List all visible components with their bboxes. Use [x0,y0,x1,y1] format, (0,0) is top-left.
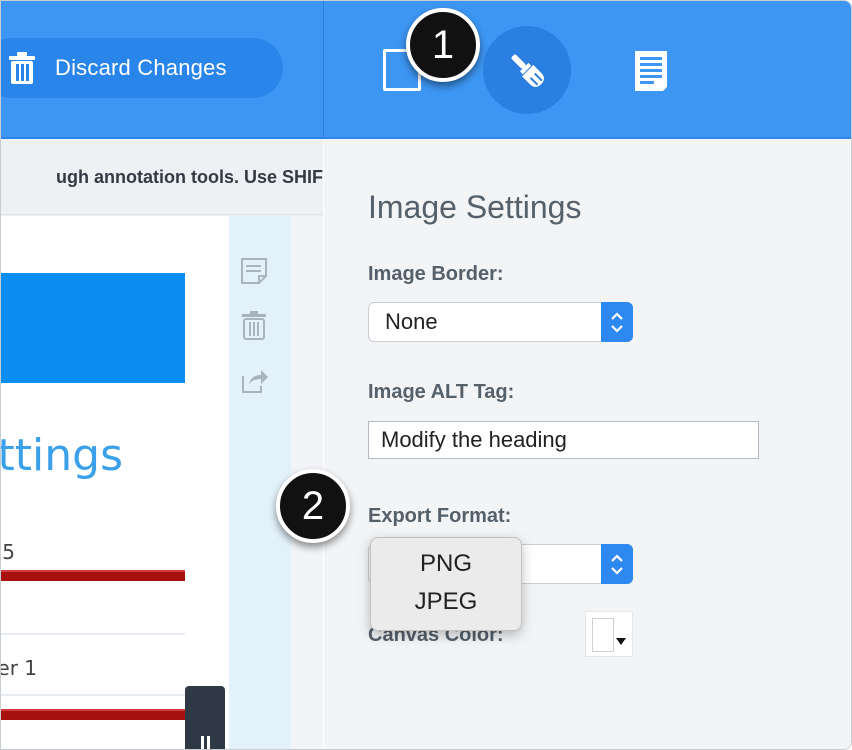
playback-handle[interactable] [185,686,225,749]
color-preview [592,618,614,652]
canvas-blue-header [1,273,185,383]
annotation-highlight[interactable] [1,570,185,581]
step-badge-1: 1 [406,8,480,82]
chevron-updown-icon [601,544,633,584]
image-canvas[interactable]: ttings 5 er 1 [1,216,229,749]
step-badge-2: 2 [276,469,350,543]
pause-icon [201,736,210,749]
image-alt-label: Image ALT Tag: [368,381,515,403]
annotation-side-tools [229,216,291,749]
image-border-select[interactable]: None [368,302,633,342]
image-alt-value: Modify the heading [381,427,567,452]
export-option-jpeg[interactable]: JPEG [371,588,521,616]
share-icon[interactable] [239,366,269,396]
caret-down-icon [616,638,626,645]
export-format-label: Export Format: [368,505,512,527]
hint-bar: ugh annotation tools. Use SHIF [1,139,323,215]
canvas-text-fragment: 5 [2,540,15,564]
discard-changes-button[interactable]: Discard Changes [1,38,283,98]
image-border-label: Image Border: [368,263,504,285]
toolbar-divider [323,1,324,139]
image-border-value: None [385,309,438,334]
brush-tool-button[interactable] [483,26,571,114]
editor-pane: ugh annotation tools. Use SHIF ttings 5 … [1,139,323,749]
note-icon[interactable] [239,256,269,286]
trash-icon[interactable] [239,310,269,340]
settings-title: Image Settings [368,189,582,225]
trash-icon [9,52,35,84]
brush-icon [511,54,544,87]
canvas-divider [1,694,185,696]
hint-text: ugh annotation tools. Use SHIF [56,167,323,187]
canvas-text-fragment: er 1 [1,656,37,680]
chevron-updown-icon [601,302,633,342]
image-alt-input[interactable]: Modify the heading [368,421,759,459]
image-settings-panel: Image Settings Image Border: None Image … [324,139,851,749]
document-icon[interactable] [633,49,669,93]
export-format-dropdown: PNG JPEG [370,537,522,631]
canvas-heading: ttings [1,430,123,481]
annotation-highlight[interactable] [1,709,185,720]
discard-changes-label: Discard Changes [55,55,227,80]
app-window: Discard Changes ugh annotation tools. Us… [0,0,852,750]
export-option-png[interactable]: PNG [371,550,521,578]
canvas-color-picker[interactable] [585,611,633,657]
canvas-divider [1,633,185,635]
